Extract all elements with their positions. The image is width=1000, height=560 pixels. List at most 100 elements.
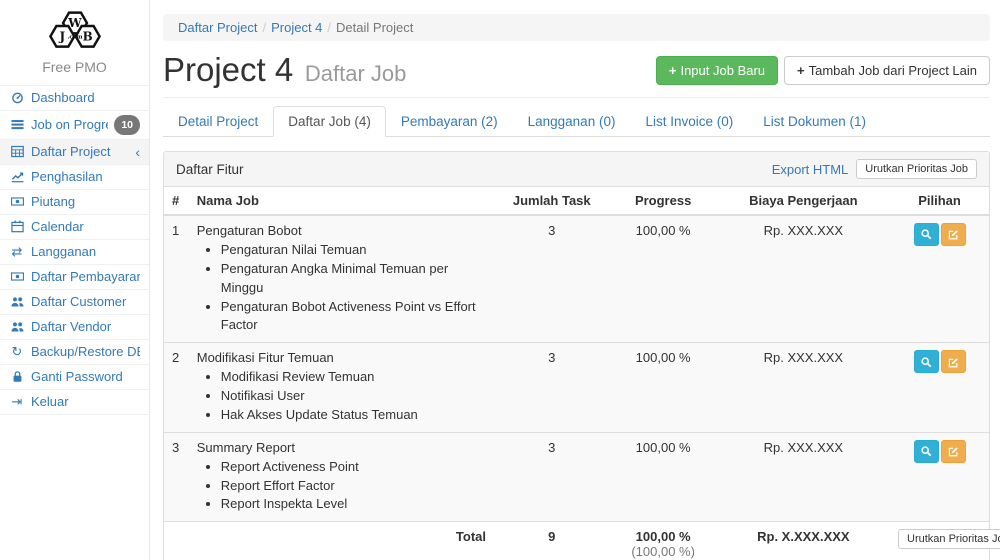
svg-text:B: B: [82, 30, 92, 44]
sidebar-item-piutang[interactable]: Piutang: [0, 190, 149, 215]
count-badge: 10: [114, 115, 140, 135]
sidebar-item-label: Langganan: [31, 244, 140, 260]
page-subtitle: Daftar Job: [305, 61, 407, 86]
sidebar: W J B .com Free PMO Dashboard Job on Prog…: [0, 0, 150, 560]
panel-title: Daftar Fitur: [176, 162, 772, 177]
sidebar-item-calendar[interactable]: Calendar: [0, 215, 149, 240]
progress-value: 100,00 %: [610, 215, 717, 343]
page-title-group: Project 4 Daftar Job: [163, 51, 406, 89]
task-count: 3: [494, 215, 610, 343]
sidebar-item-penghasilan[interactable]: Penghasilan: [0, 165, 149, 190]
button-label: Input Job Baru: [680, 63, 765, 78]
retweet-icon: ⇄: [9, 244, 25, 260]
column-header-progress: Progress: [610, 187, 717, 215]
sidebar-item-label: Job on Progress: [31, 117, 108, 133]
subtask-item: Pengaturan Bobot Activeness Point vs Eff…: [221, 298, 486, 336]
total-progress-note: (100,00 %): [631, 544, 695, 559]
breadcrumb: Daftar Project/Project 4/Detail Project: [163, 14, 990, 41]
total-row: Total9100,00 % (100,00 %)Rp. X.XXX.XXXUr…: [164, 522, 989, 560]
sort-priority-button[interactable]: Urutkan Prioritas Job: [856, 159, 977, 179]
column-header-biaya-pengerjaan: Biaya Pengerjaan: [717, 187, 890, 215]
subtask-item: Report Effort Factor: [221, 477, 486, 496]
job-table: #Nama JobJumlah TaskProgressBiaya Penger…: [164, 187, 989, 560]
subtask-item: Report Inspekta Level: [221, 495, 486, 514]
breadcrumb-link-daftar-project[interactable]: Daftar Project: [178, 20, 257, 35]
sidebar-item-label: Penghasilan: [31, 169, 140, 185]
sidebar-item-label: Dashboard: [31, 90, 140, 106]
sign-out-icon: ⇥: [9, 394, 25, 410]
row-number: 1: [164, 215, 189, 343]
job-cell: Summary ReportReport Activeness PointRep…: [189, 432, 494, 522]
sort-priority-button[interactable]: Urutkan Prioritas Job: [898, 529, 1000, 549]
tab-link-pembayaran-2[interactable]: Pembayaran (2): [386, 106, 513, 137]
sidebar-item-backup-restore-db[interactable]: ↻Backup/Restore DB: [0, 340, 149, 365]
sidebar-item-label: Daftar Customer: [31, 294, 140, 310]
task-count: 3: [494, 432, 610, 522]
calendar-icon: [9, 219, 25, 235]
svg-text:W: W: [67, 16, 82, 30]
sidebar-item-daftar-customer[interactable]: Daftar Customer: [0, 290, 149, 315]
jwb-logo-icon: W J B .com: [42, 8, 108, 52]
subtask-item: Hak Akses Update Status Temuan: [221, 406, 486, 425]
table-row: 2Modifikasi Fitur TemuanModifikasi Revie…: [164, 343, 989, 433]
job-name: Pengaturan Bobot: [197, 223, 486, 238]
export-html-link[interactable]: Export HTML: [772, 162, 849, 177]
total-progress-value: 100,00 %: [636, 529, 691, 544]
tab-link-daftar-job-4[interactable]: Daftar Job (4): [273, 106, 386, 137]
tab-link-list-invoice-0[interactable]: List Invoice (0): [630, 106, 748, 137]
sidebar-item-label: Daftar Project: [31, 144, 129, 160]
sidebar-item-dashboard[interactable]: Dashboard: [0, 86, 149, 111]
column-header-: #: [164, 187, 189, 215]
subtask-item: Pengaturan Angka Minimal Temuan per Ming…: [221, 260, 486, 298]
tab-bar: Detail ProjectDaftar Job (4)Pembayaran (…: [163, 106, 990, 137]
tab-list-invoice-0: List Invoice (0): [630, 106, 748, 137]
breadcrumb-item: /Project 4: [257, 20, 322, 35]
plus-icon: +: [797, 63, 805, 78]
tambah-job-dari-project-lain-button[interactable]: +Tambah Job dari Project Lain: [784, 56, 990, 85]
total-progress: 100,00 % (100,00 %): [610, 522, 717, 560]
edit-job-button[interactable]: [941, 350, 966, 373]
tab-langganan-0: Langganan (0): [513, 106, 631, 137]
sidebar-item-langganan[interactable]: ⇄ Langganan: [0, 240, 149, 265]
sidebar-item-keluar[interactable]: ⇥Keluar: [0, 390, 149, 415]
table-row: 3Summary ReportReport Activeness PointRe…: [164, 432, 989, 522]
sidebar-item-daftar-pembayaran[interactable]: Daftar Pembayaran: [0, 265, 149, 290]
money-icon: [9, 194, 25, 210]
view-job-button[interactable]: [914, 350, 939, 373]
view-job-button[interactable]: [914, 223, 939, 246]
edit-job-button[interactable]: [941, 223, 966, 246]
breadcrumb-link-project-4[interactable]: Project 4: [271, 20, 322, 35]
job-name: Summary Report: [197, 440, 486, 455]
column-header-nama-job: Nama Job: [189, 187, 494, 215]
cost-value: Rp. XXX.XXX: [717, 432, 890, 522]
subtask-list: Pengaturan Nilai TemuanPengaturan Angka …: [221, 241, 486, 335]
job-cell: Pengaturan Bobot Pengaturan Nilai TemuanP…: [189, 215, 494, 343]
tab-link-detail-project[interactable]: Detail Project: [163, 106, 273, 137]
sidebar-item-job-on-progress[interactable]: Job on Progress 10: [0, 111, 149, 140]
sidebar-item-ganti-password[interactable]: Ganti Password: [0, 365, 149, 390]
subtask-list: Modifikasi Review TemuanNotifikasi UserH…: [221, 368, 486, 425]
tab-link-langganan-0[interactable]: Langganan (0): [513, 106, 631, 137]
sidebar-item-daftar-project[interactable]: Daftar Project‹: [0, 140, 149, 165]
tab-daftar-job-4: Daftar Job (4): [273, 106, 386, 137]
table-icon: [9, 144, 25, 160]
sidebar-item-label: Piutang: [31, 194, 140, 210]
brand-name: Free PMO: [0, 59, 149, 75]
breadcrumb-item: Daftar Project: [178, 20, 257, 35]
input-job-baru-button[interactable]: +Input Job Baru: [656, 56, 778, 85]
sidebar-item-daftar-vendor[interactable]: Daftar Vendor: [0, 315, 149, 340]
row-number: 2: [164, 343, 189, 433]
subtask-item: Report Activeness Point: [221, 458, 486, 477]
job-cell: Modifikasi Fitur TemuanModifikasi Review…: [189, 343, 494, 433]
cost-value: Rp. XXX.XXX: [717, 343, 890, 433]
tab-link-list-dokumen-1[interactable]: List Dokumen (1): [748, 106, 881, 137]
view-job-button[interactable]: [914, 440, 939, 463]
actions-cell: [890, 432, 989, 522]
svg-text:.com: .com: [67, 34, 82, 40]
breadcrumb-item: /Detail Project: [322, 20, 413, 35]
actions-cell: [890, 215, 989, 343]
sidebar-item-label: Ganti Password: [31, 369, 140, 385]
progress-value: 100,00 %: [610, 432, 717, 522]
edit-job-button[interactable]: [941, 440, 966, 463]
sidebar-menu: Dashboard Job on Progress 10 Daftar Project…: [0, 85, 149, 415]
